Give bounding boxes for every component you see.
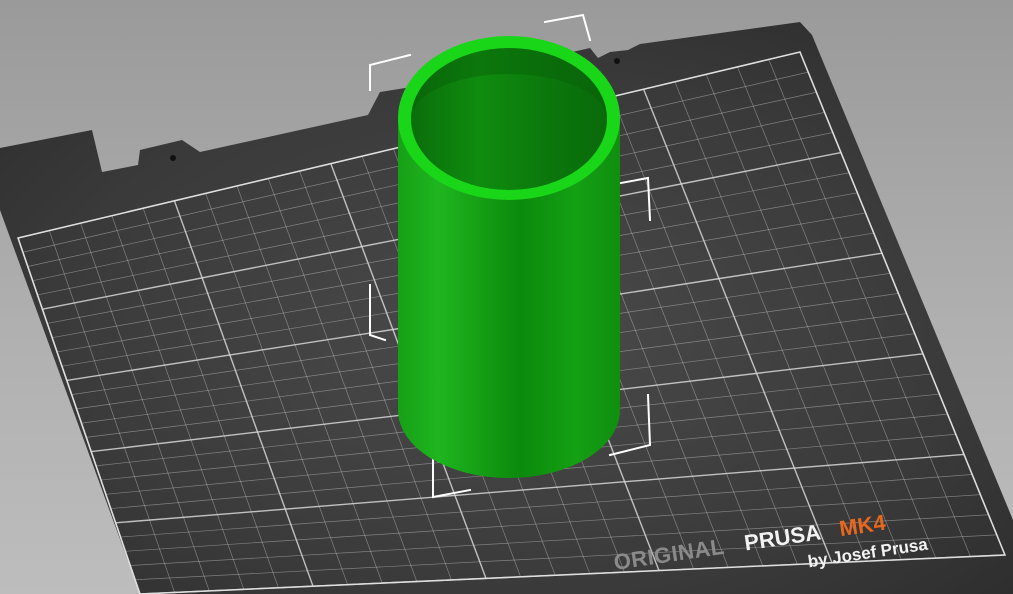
bed-pin bbox=[170, 155, 176, 161]
model-cylinder[interactable] bbox=[398, 36, 620, 478]
bed-pin bbox=[614, 58, 620, 64]
scene-canvas[interactable]: ORIGINAL PRUSA MK4 by Josef Prusa bbox=[0, 0, 1013, 594]
3d-viewport[interactable]: ORIGINAL PRUSA MK4 by Josef Prusa bbox=[0, 0, 1013, 594]
